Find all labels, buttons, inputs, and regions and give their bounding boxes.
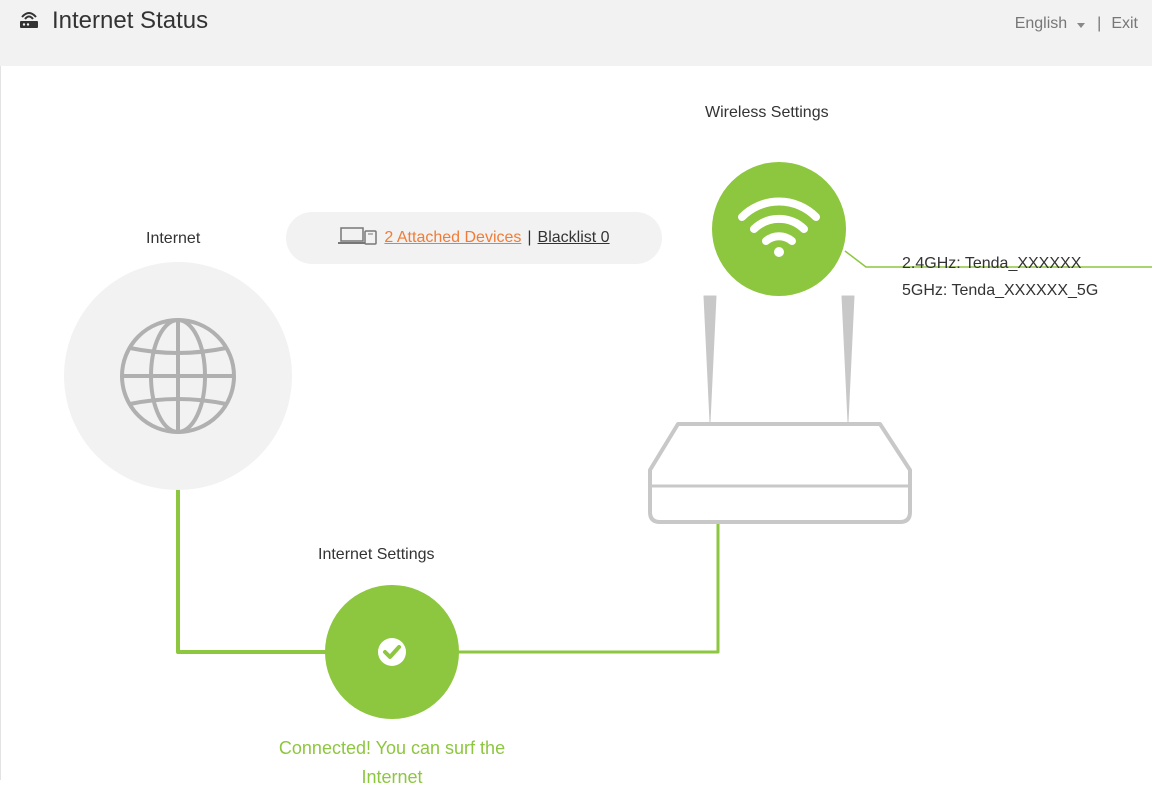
blacklist-link[interactable]: Blacklist 0 xyxy=(538,229,610,247)
internet-settings-button[interactable] xyxy=(325,585,459,719)
attached-devices-link[interactable]: 2 Attached Devices xyxy=(384,229,521,247)
devices-icon xyxy=(338,225,378,252)
chevron-down-icon xyxy=(1077,22,1086,28)
devices-pill: 2 Attached Devices | Blacklist 0 xyxy=(286,212,662,264)
connection-status: Connected! You can surf the Internet xyxy=(200,734,584,792)
internet-node[interactable] xyxy=(64,262,292,490)
router-illustration xyxy=(648,295,912,524)
connection-status-line1: Connected! You can surf the xyxy=(278,738,506,758)
network-diagram: Internet 2 Attached Devices | Blacklist … xyxy=(0,66,1152,780)
router-icon xyxy=(18,8,40,35)
header-bar: Internet Status English | Exit xyxy=(0,0,1152,66)
internet-settings-label: Internet Settings xyxy=(318,546,435,563)
connection-status-line2: Internet xyxy=(361,767,423,787)
page-title: Internet Status xyxy=(18,7,208,35)
header-separator: | xyxy=(1097,15,1102,32)
globe-icon xyxy=(120,318,236,434)
page-title-text: Internet Status xyxy=(52,7,209,34)
ssid-24ghz: 2.4GHz: Tenda_XXXXXX xyxy=(902,255,1082,272)
exit-link[interactable]: Exit xyxy=(1111,15,1138,33)
wireless-settings-label: Wireless Settings xyxy=(705,104,829,121)
wireless-settings-button[interactable] xyxy=(712,162,846,296)
checkmark-icon xyxy=(378,638,406,666)
language-selector[interactable]: English xyxy=(1014,15,1086,33)
internet-label: Internet xyxy=(146,230,201,247)
devices-separator: | xyxy=(527,229,532,246)
language-label: English xyxy=(1014,15,1068,32)
wifi-icon xyxy=(738,197,820,257)
